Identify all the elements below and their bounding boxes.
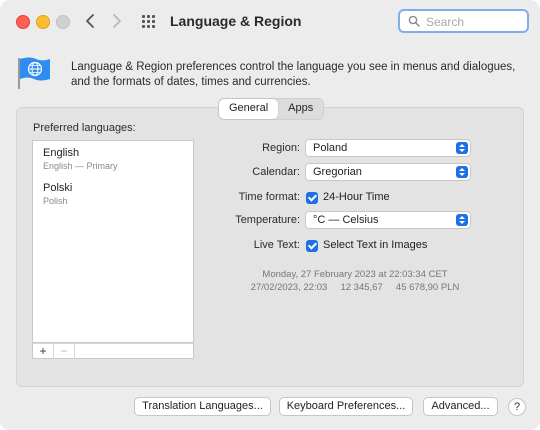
list-buttons: + − — [32, 343, 194, 359]
region-label: Region: — [262, 142, 300, 154]
preferred-languages-label: Preferred languages: — [33, 122, 136, 134]
close-button[interactable] — [16, 15, 30, 29]
zoom-button[interactable] — [56, 15, 70, 29]
calendar-select[interactable]: Gregorian — [305, 163, 471, 181]
language-name: English — [43, 147, 80, 159]
time-format-text: 24-Hour Time — [323, 191, 390, 203]
description-text: Language & Region preferences control th… — [71, 61, 516, 88]
chevron-updown-icon — [456, 166, 468, 178]
number-sample: 27/02/2023, 22:03 12 345,67 45 678,90 PL… — [250, 282, 460, 293]
temperature-value: °C — Celsius — [313, 214, 379, 226]
search-box[interactable] — [398, 9, 529, 33]
live-text-label: Live Text: — [253, 239, 300, 251]
grid-icon[interactable] — [142, 15, 156, 29]
tab-general[interactable]: General — [219, 99, 279, 119]
search-input[interactable] — [424, 14, 526, 30]
tab-bar: General Apps — [218, 98, 325, 120]
search-icon — [408, 15, 420, 27]
list-item[interactable]: English English — Primary — [43, 147, 118, 171]
time-format-checkbox[interactable] — [306, 192, 318, 204]
help-button[interactable]: ? — [508, 398, 526, 416]
date-sample: Monday, 27 February 2023 at 22:03:34 CET — [262, 269, 448, 280]
region-value: Poland — [313, 142, 348, 154]
chevron-updown-icon — [456, 214, 468, 226]
back-button[interactable] — [79, 10, 101, 32]
translation-languages-button[interactable]: Translation Languages... — [134, 397, 271, 416]
chevron-left-icon — [86, 14, 94, 28]
temperature-label: Temperature: — [235, 214, 300, 226]
keyboard-preferences-button[interactable]: Keyboard Preferences... — [279, 397, 413, 416]
preferred-languages-list[interactable]: English English — Primary Polski Polish — [32, 140, 194, 343]
forward-button[interactable] — [106, 10, 128, 32]
tab-apps[interactable]: Apps — [278, 99, 323, 119]
remove-language-button[interactable]: − — [54, 344, 75, 358]
live-text-text: Select Text in Images — [323, 239, 428, 251]
window-title: Language & Region — [170, 13, 302, 29]
calendar-label: Calendar: — [252, 166, 300, 178]
chevron-updown-icon — [456, 142, 468, 154]
live-text-checkbox[interactable] — [306, 240, 318, 252]
advanced-button[interactable]: Advanced... — [423, 397, 498, 416]
chevron-right-icon — [113, 14, 121, 28]
region-select[interactable]: Poland — [305, 139, 471, 157]
temperature-select[interactable]: °C — Celsius — [305, 211, 471, 229]
language-subtitle: English — Primary — [43, 161, 118, 171]
calendar-value: Gregorian — [313, 166, 362, 178]
language-subtitle: Polish — [43, 196, 68, 206]
list-item[interactable]: Polski Polish — [43, 182, 72, 206]
time-format-label: Time format: — [238, 191, 300, 203]
add-language-button[interactable]: + — [33, 344, 54, 358]
minimize-button[interactable] — [36, 15, 50, 29]
flag-globe-icon — [18, 57, 50, 89]
titlebar: Language & Region — [0, 0, 540, 44]
language-name: Polski — [43, 182, 73, 194]
window: Language & Region Language & Region pref… — [0, 0, 540, 430]
